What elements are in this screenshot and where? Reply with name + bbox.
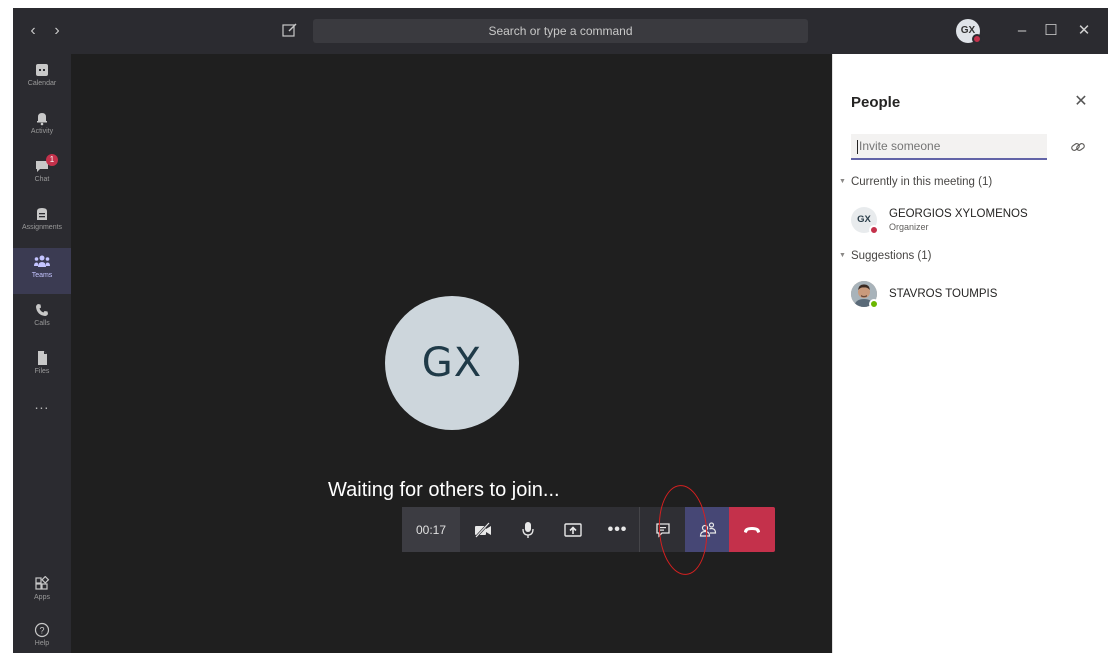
- microphone-icon: [521, 521, 534, 538]
- svg-text:?: ?: [39, 626, 44, 636]
- rail-item-chat[interactable]: Chat 1: [13, 152, 71, 198]
- suggestion-name: STAVROS TOUMPIS: [889, 288, 998, 300]
- section-header-in-meeting[interactable]: ▼ Currently in this meeting (1): [839, 176, 992, 188]
- more-options-button[interactable]: •••: [595, 507, 640, 552]
- rail-item-files[interactable]: Files: [13, 344, 71, 390]
- screenshot-frame: ‹ › Search or type a command GX – ☐ ✕ Ca…: [0, 0, 1110, 653]
- notification-badge: 1: [46, 154, 58, 166]
- camera-toggle-button[interactable]: [460, 507, 505, 552]
- participant-role: Organizer: [889, 222, 929, 232]
- rail-item-calendar[interactable]: Calendar: [13, 56, 71, 102]
- rail-item-calls[interactable]: Calls: [13, 296, 71, 342]
- window-top-strip: [0, 0, 1110, 8]
- chevron-left-icon[interactable]: ‹: [23, 20, 43, 42]
- more-icon: ...: [34, 396, 50, 412]
- apps-icon: [35, 576, 50, 590]
- share-screen-icon: [563, 522, 582, 537]
- rail-label: Calendar: [27, 80, 57, 87]
- rail-label: Chat: [34, 176, 50, 183]
- call-controls: 00:17 •••: [402, 507, 775, 552]
- search-input[interactable]: Search or type a command: [313, 19, 808, 43]
- maximize-icon[interactable]: ☐: [1040, 20, 1062, 42]
- invite-input[interactable]: [851, 134, 1047, 160]
- files-icon: [38, 351, 47, 365]
- minimize-icon[interactable]: –: [1011, 20, 1033, 42]
- participant-item[interactable]: GX GEORGIOS XYLOMENOS Organizer: [851, 207, 1091, 239]
- status-busy-icon: [972, 34, 982, 44]
- assignments-icon: [37, 208, 47, 220]
- waiting-message: Waiting for others to join...: [328, 479, 560, 501]
- meeting-stage: GX Waiting for others to join... 00:17 •…: [71, 54, 832, 653]
- rail-item-activity[interactable]: Activity: [13, 104, 71, 150]
- teams-window: ‹ › Search or type a command GX – ☐ ✕ Ca…: [13, 8, 1108, 653]
- calendar-icon: [36, 64, 48, 76]
- section-title: Currently in this meeting (1): [850, 176, 993, 188]
- more-apps-button[interactable]: ...: [13, 394, 71, 418]
- rail-label: Apps: [34, 594, 50, 601]
- phone-icon: [36, 304, 48, 316]
- bell-icon: [37, 113, 47, 126]
- link-icon[interactable]: [1069, 138, 1087, 156]
- people-panel: People ✕ ▼Currently in this meeting (1) …: [832, 54, 1108, 653]
- rail-label: Assignments: [21, 224, 63, 231]
- rail-label: Files: [34, 368, 50, 375]
- rail-label: Calls: [34, 320, 50, 327]
- participant-avatar: GX: [385, 296, 519, 430]
- microphone-button[interactable]: [505, 507, 550, 552]
- panel-title: People: [851, 94, 901, 111]
- rail-label: Help: [34, 640, 50, 647]
- rail-label: Activity: [30, 128, 54, 135]
- rail-item-help[interactable]: ? Help: [13, 616, 71, 653]
- app-rail: Calendar Activity Chat 1 Assignments Tea…: [13, 54, 71, 653]
- status-busy-icon: [869, 225, 879, 235]
- status-available-icon: [869, 299, 879, 309]
- title-bar: ‹ › Search or type a command GX – ☐ ✕: [13, 8, 1108, 54]
- participant-name: GEORGIOS XYLOMENOS: [889, 208, 1028, 220]
- suggestion-item[interactable]: STAVROS TOUMPIS: [851, 281, 1091, 313]
- close-icon[interactable]: ✕: [1071, 92, 1091, 112]
- share-screen-button[interactable]: [550, 507, 595, 552]
- collapse-triangle-icon: ▼: [839, 252, 846, 260]
- collapse-triangle-icon: ▼: [839, 178, 846, 186]
- section-title: Suggestions (1): [850, 250, 932, 262]
- rail-label: Teams: [31, 272, 53, 279]
- hang-up-button[interactable]: [729, 507, 775, 552]
- help-icon: ?: [34, 622, 50, 638]
- rail-item-assignments[interactable]: Assignments: [13, 200, 71, 246]
- compose-icon[interactable]: [281, 21, 299, 39]
- camera-off-icon: [474, 521, 491, 538]
- section-header-suggestions[interactable]: ▼ Suggestions (1): [839, 250, 931, 262]
- close-icon[interactable]: ✕: [1073, 20, 1095, 42]
- teams-icon: [34, 255, 50, 267]
- rail-item-teams[interactable]: Teams: [13, 248, 71, 294]
- text-caret: [857, 140, 858, 154]
- hang-up-icon: [744, 526, 760, 533]
- chevron-right-icon[interactable]: ›: [47, 20, 67, 42]
- rail-item-apps[interactable]: Apps: [13, 570, 71, 616]
- more-icon: •••: [607, 520, 628, 538]
- call-timer: 00:17: [402, 507, 460, 552]
